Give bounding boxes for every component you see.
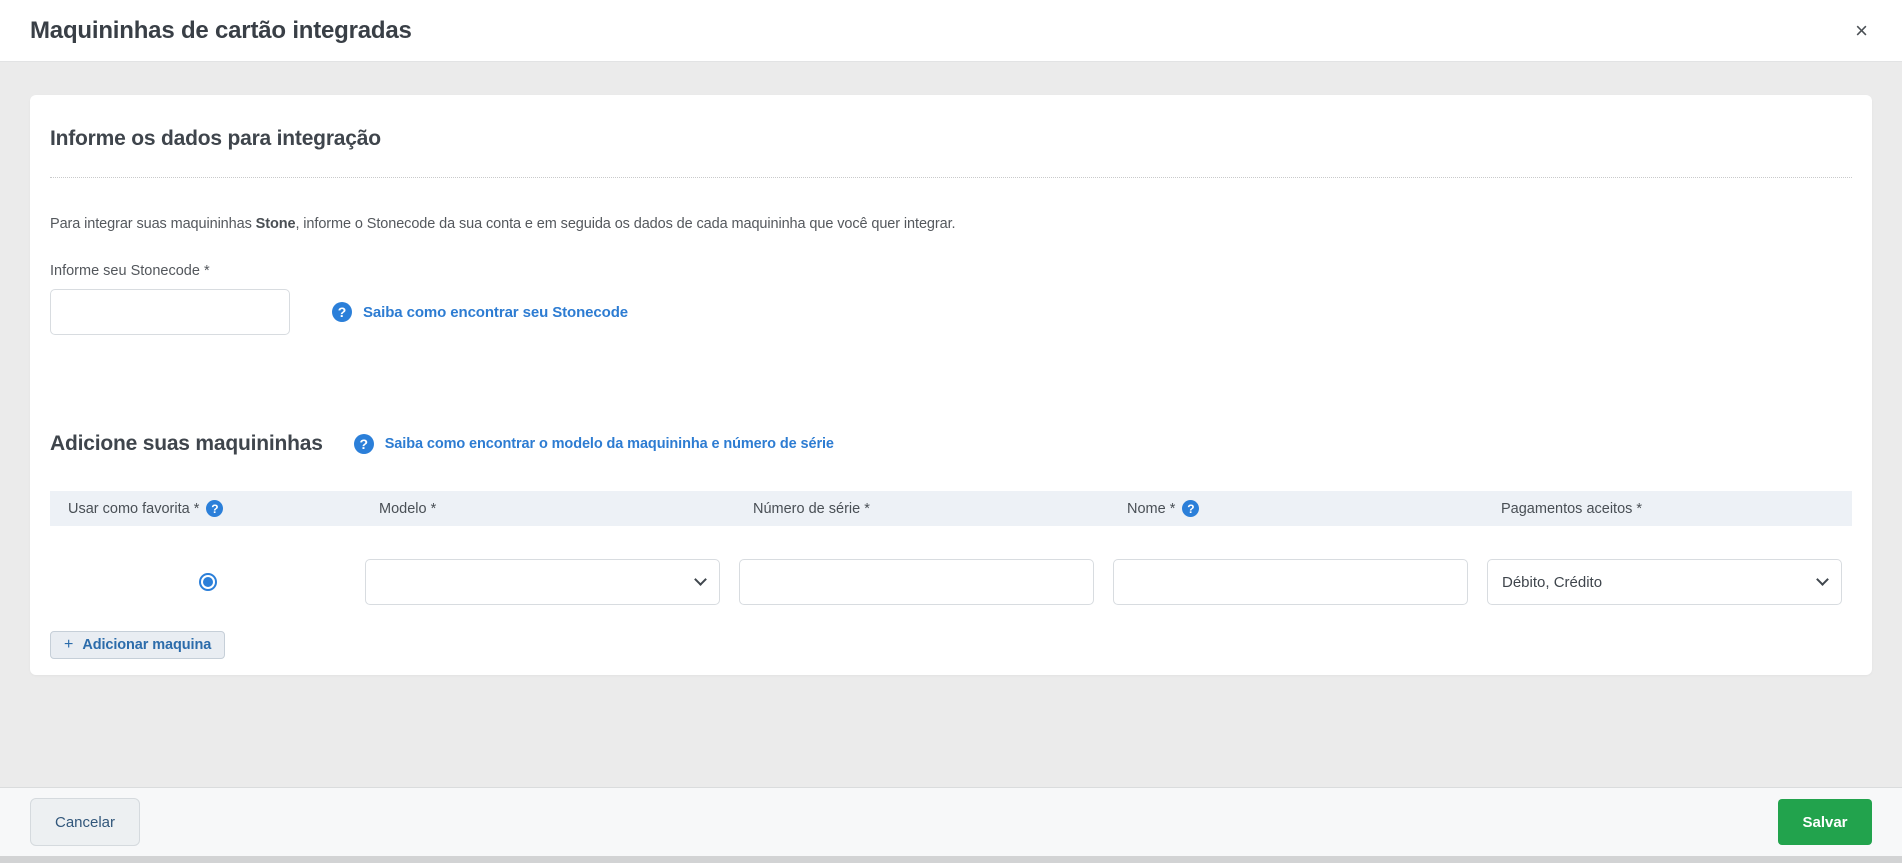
modelo-cell xyxy=(365,559,739,605)
help-icon[interactable]: ? xyxy=(206,500,224,517)
help-icon[interactable]: ? xyxy=(1182,500,1200,517)
column-header-favorita: Usar como favorita * ? xyxy=(50,500,365,517)
favorite-cell xyxy=(50,573,365,591)
machines-table: Usar como favorita * ? Modelo * Número d… xyxy=(50,491,1852,619)
column-header-label: Nome * xyxy=(1127,500,1176,517)
column-header-label: Modelo * xyxy=(379,500,437,517)
machines-section-head: Adicione suas maquininhas ? Saiba como e… xyxy=(50,432,1852,456)
save-button[interactable]: Salvar xyxy=(1778,799,1872,845)
modal-header: Maquininhas de cartão integradas × xyxy=(0,0,1902,62)
column-header-modelo: Modelo * xyxy=(365,501,739,517)
window-bottom-edge xyxy=(0,856,1902,863)
numero-serie-input[interactable] xyxy=(739,559,1094,605)
chevron-down-icon xyxy=(694,573,707,586)
chevron-down-icon xyxy=(1816,573,1829,586)
cancel-button[interactable]: Cancelar xyxy=(30,798,140,846)
pagamentos-select[interactable]: Débito, Crédito xyxy=(1487,559,1842,605)
column-header-label: Usar como favorita * xyxy=(68,500,200,517)
column-header-numero-serie: Número de série * xyxy=(739,501,1113,517)
section-divider xyxy=(50,177,1852,178)
column-header-pagamentos: Pagamentos aceitos * xyxy=(1487,501,1852,517)
machines-help-link[interactable]: Saiba como encontrar o modelo da maquini… xyxy=(385,436,834,452)
machines-section-title: Adicione suas maquininhas xyxy=(50,432,323,455)
stonecode-help: ? Saiba como encontrar seu Stonecode xyxy=(332,302,628,322)
description-suffix: , informe o Stonecode da sua conta e em … xyxy=(295,216,956,232)
machines-help: ? Saiba como encontrar o modelo da maqui… xyxy=(353,434,834,454)
column-header-nome: Nome * ? xyxy=(1113,500,1487,517)
plus-icon: + xyxy=(64,636,74,653)
pagamentos-select-value: Débito, Crédito xyxy=(1502,573,1603,591)
description-prefix: Para integrar suas maquininhas xyxy=(50,216,256,232)
help-icon[interactable]: ? xyxy=(353,434,374,454)
numero-serie-cell xyxy=(739,559,1113,605)
integration-card: Informe os dados para integração Para in… xyxy=(30,95,1872,675)
add-machine-button[interactable]: + Adicionar maquina xyxy=(50,631,226,659)
machine-row: Débito, Crédito xyxy=(50,526,1852,619)
stonecode-label: Informe seu Stonecode * xyxy=(50,263,210,279)
stonecode-input[interactable] xyxy=(50,289,290,335)
nome-cell xyxy=(1113,559,1487,605)
favorite-radio-dot xyxy=(202,577,213,587)
integration-description: Para integrar suas maquininhas Stone, in… xyxy=(50,216,1852,232)
stonecode-help-link[interactable]: Saiba como encontrar seu Stonecode xyxy=(363,304,628,321)
modal-footer: Cancelar Salvar xyxy=(0,787,1902,856)
add-machine-label: Adicionar maquina xyxy=(82,637,212,653)
column-header-label: Pagamentos aceitos * xyxy=(1501,500,1643,517)
column-header-label: Número de série * xyxy=(753,500,870,517)
pagamentos-cell: Débito, Crédito xyxy=(1487,559,1852,605)
close-icon[interactable]: × xyxy=(1855,19,1868,42)
modelo-select[interactable] xyxy=(365,559,720,605)
page-title: Maquininhas de cartão integradas xyxy=(30,16,412,44)
modal-body: Informe os dados para integração Para in… xyxy=(0,62,1902,787)
nome-input[interactable] xyxy=(1113,559,1468,605)
description-brand: Stone xyxy=(255,216,296,232)
favorite-radio[interactable] xyxy=(198,573,217,591)
integration-section-title: Informe os dados para integração xyxy=(50,127,381,150)
stonecode-row: ? Saiba como encontrar seu Stonecode xyxy=(50,289,1852,335)
help-icon[interactable]: ? xyxy=(332,302,352,322)
machines-table-header: Usar como favorita * ? Modelo * Número d… xyxy=(50,491,1852,526)
